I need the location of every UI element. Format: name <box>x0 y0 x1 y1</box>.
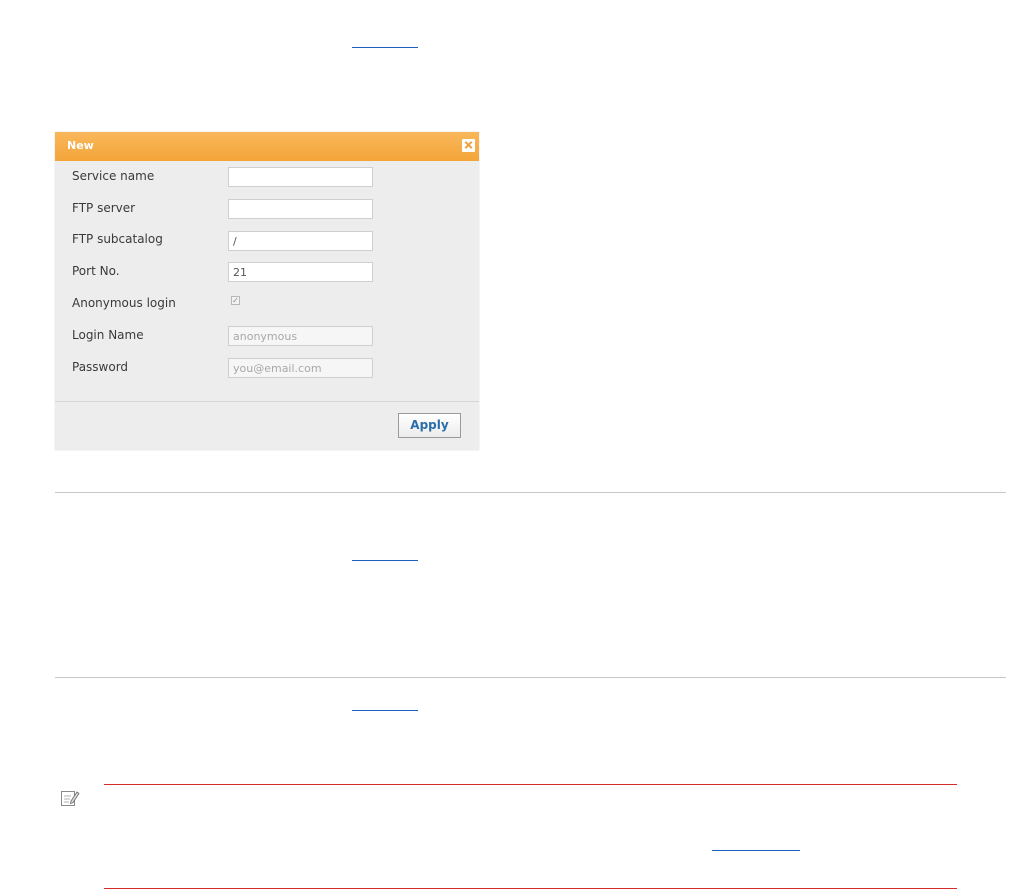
note-pencil-icon <box>61 791 80 806</box>
dialog-titlebar: New <box>55 132 479 161</box>
port-number-label: Port No. <box>72 264 120 278</box>
link-underline-3[interactable] <box>352 710 418 711</box>
note-top-rule <box>104 784 957 785</box>
service-name-input[interactable] <box>228 167 373 187</box>
anonymous-login-label: Anonymous login <box>72 296 176 310</box>
anonymous-login-checkbox[interactable]: ✓ <box>231 296 240 305</box>
section-divider-2 <box>55 677 1006 678</box>
ftp-subcatalog-input[interactable] <box>228 231 373 251</box>
link-underline-2[interactable] <box>352 560 418 561</box>
port-number-input[interactable] <box>228 262 373 282</box>
ftp-server-input[interactable] <box>228 199 373 219</box>
ftp-subcatalog-label: FTP subcatalog <box>72 232 163 246</box>
apply-button[interactable]: Apply <box>398 413 461 438</box>
dialog-title: New <box>67 139 94 152</box>
ftp-server-label: FTP server <box>72 201 136 215</box>
dialog-footer-divider <box>55 401 479 402</box>
service-name-label: Service name <box>72 169 155 183</box>
section-divider-1 <box>55 492 1006 493</box>
close-icon[interactable] <box>462 139 475 152</box>
login-name-input[interactable] <box>228 326 373 346</box>
password-input[interactable] <box>228 358 373 378</box>
new-ftp-service-dialog: New Service name FTP server FTP subcatal… <box>55 132 479 450</box>
note-bottom-rule <box>104 888 957 889</box>
link-underline-1[interactable] <box>352 47 418 48</box>
link-underline-4[interactable] <box>712 850 800 851</box>
login-name-label: Login Name <box>72 328 144 342</box>
password-label: Password <box>72 360 129 374</box>
